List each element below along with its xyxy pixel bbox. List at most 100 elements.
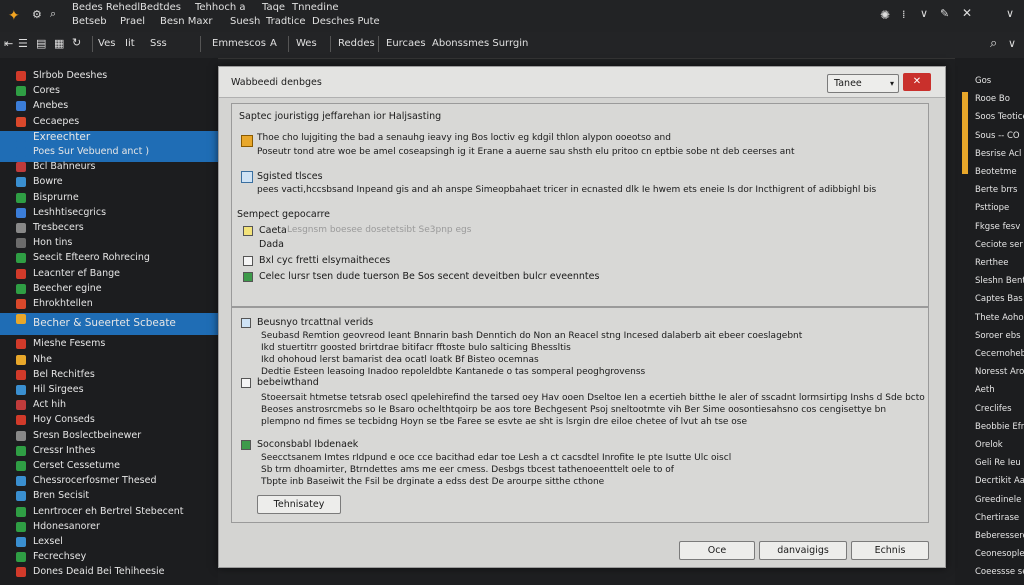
right-list-item[interactable]: Captes Bas <box>975 294 1023 304</box>
toolbar-item[interactable]: Sss <box>150 38 167 49</box>
menu-item[interactable]: Tehhoch a <box>195 2 246 13</box>
menu-item[interactable]: Besn Maxr <box>160 16 213 27</box>
right-list-item[interactable]: Sleshn Bente <box>975 276 1024 286</box>
menu-item[interactable]: Bedes Rehedl <box>72 2 140 13</box>
right-list-item[interactable]: Chertirase <box>975 513 1019 523</box>
right-list-item[interactable]: Rerthee <box>975 258 1008 268</box>
toolbar-item[interactable]: Reddes <box>338 38 375 49</box>
sidebar-item[interactable]: Leacnter ef Bange <box>0 268 218 282</box>
right-list-item[interactable]: Psttiope <box>975 203 1009 213</box>
chevron-down-icon[interactable]: ∨ <box>1006 7 1014 20</box>
menu-item[interactable]: Desches Pute <box>312 16 380 27</box>
right-list-item[interactable]: Creclifes <box>975 404 1012 414</box>
chevron-down-icon[interactable]: ∨ <box>920 7 928 20</box>
menu-item[interactable]: Betseb <box>72 16 107 27</box>
table-icon[interactable]: ▦ <box>54 37 64 50</box>
right-list-item[interactable]: Fkgse fesv <box>975 222 1020 232</box>
ok-button[interactable]: Oce <box>679 541 755 560</box>
right-list-item[interactable]: Geli Re Ieu <box>975 458 1021 468</box>
close-button[interactable]: ✕ <box>903 73 931 91</box>
right-list-item[interactable]: Gos <box>975 76 991 86</box>
option-checkbox[interactable] <box>243 226 253 236</box>
toolbar-item[interactable]: A <box>270 38 277 49</box>
right-list-item[interactable]: Coeessse serce <box>975 567 1024 577</box>
right-list-item[interactable]: Berte brrs <box>975 185 1017 195</box>
sidebar-item[interactable]: Ehrokhtellen <box>0 298 218 312</box>
sidebar-item[interactable]: Hil Sirgees <box>0 384 218 398</box>
sidebar-item[interactable]: Cecaepes <box>0 116 218 130</box>
option-checkbox[interactable] <box>243 272 253 282</box>
right-list-item[interactable]: Beobbie Efres <box>975 422 1024 432</box>
sidebar-item[interactable]: Dones Deaid Bei Tehiheesie <box>0 566 218 580</box>
right-list-item[interactable]: Thete Aoho <box>975 313 1024 323</box>
sidebar-item[interactable]: Poes Sur Vebuend anct ) <box>0 146 218 162</box>
toolbar-item[interactable]: Wes <box>296 38 317 49</box>
right-list-item[interactable]: Sous -- CO <box>975 131 1020 141</box>
group-checkbox[interactable] <box>241 318 251 328</box>
sidebar-item[interactable]: Fecrechsey <box>0 551 218 565</box>
right-list-item[interactable]: Decrtikit Aaleu <box>975 476 1024 486</box>
sidebar-item[interactable]: Sresn Boslectbeinewer <box>0 430 218 444</box>
sidebar-item[interactable]: Hon tins <box>0 237 218 251</box>
right-list-item[interactable]: Ceciote ser <box>975 240 1023 250</box>
search-icon[interactable]: ⌕ <box>990 36 997 51</box>
sidebar-item[interactable]: Cressr Inthes <box>0 445 218 459</box>
group-checkbox[interactable] <box>241 378 251 388</box>
chevron-down-icon[interactable]: ∨ <box>1008 37 1016 50</box>
option-checkbox[interactable] <box>243 256 253 266</box>
right-list-item[interactable]: Aeth <box>975 385 995 395</box>
sidebar-item[interactable]: Slrbob Deeshes <box>0 70 218 84</box>
right-list-item[interactable]: Soroer ebs <box>975 331 1021 341</box>
sidebar-item[interactable]: Mieshe Fesems <box>0 338 218 352</box>
grid-icon[interactable]: ▤ <box>36 37 46 50</box>
right-list-item[interactable]: Cecernoheb <box>975 349 1024 359</box>
sidebar-item[interactable]: Becher & Sueertet Scbeate <box>0 313 218 336</box>
sidebar-item[interactable]: Lexsel <box>0 536 218 550</box>
toolbar-item[interactable]: Eurcaes <box>386 38 426 49</box>
search-icon[interactable]: ⌕ <box>50 7 56 21</box>
right-list-item[interactable]: Besrise Acl <box>975 149 1021 159</box>
right-list-item[interactable]: Beotetme <box>975 167 1017 177</box>
sidebar-item[interactable]: Nhe <box>0 354 218 368</box>
sidebar-item[interactable]: Leshhtisecgrics <box>0 207 218 221</box>
menu-item[interactable]: Prael <box>120 16 145 27</box>
toolbar-item[interactable]: Ves <box>98 38 115 49</box>
brightness-icon[interactable]: ✺ <box>880 8 890 22</box>
refresh-icon[interactable]: ↻ <box>72 36 81 49</box>
sidebar-item[interactable]: Bowre <box>0 176 218 190</box>
menu-item[interactable]: Bedtdes <box>140 2 181 13</box>
tools-icon[interactable]: ✎ <box>940 7 949 20</box>
menu-item[interactable]: Tnnedine <box>292 2 339 13</box>
inner-action-button[interactable]: Tehnisatey <box>257 495 341 514</box>
toolbar-item[interactable]: Abonssmes Surrgin <box>432 38 528 49</box>
sidebar-item[interactable]: Chessrocerfosmer Thesed <box>0 475 218 489</box>
group-checkbox[interactable] <box>241 440 251 450</box>
sidebar-item[interactable]: Bisprurne <box>0 192 218 206</box>
sidebar-item[interactable]: Bel Rechitfes <box>0 369 218 383</box>
sidebar-item[interactable]: Exreechter <box>0 130 218 147</box>
close-icon[interactable]: ✕ <box>962 6 972 20</box>
menu-item[interactable]: Suesh <box>230 16 260 27</box>
sidebar-item[interactable]: Beecher egine <box>0 283 218 297</box>
sidebar-item[interactable]: Cerset Cessetume <box>0 460 218 474</box>
back-icon[interactable]: ⇤ <box>4 37 13 50</box>
advanced-button[interactable]: danvaigigs <box>759 541 847 560</box>
sidebar-item[interactable]: Bren Secisit <box>0 490 218 504</box>
menu-item[interactable]: Taqe <box>262 2 285 13</box>
right-list-item[interactable]: Greedinele <box>975 495 1021 505</box>
toolbar-item[interactable]: Emmescos <box>212 38 266 49</box>
sidebar-item[interactable]: Anebes <box>0 100 218 114</box>
dialog-dropdown[interactable]: Tanee ▾ <box>827 74 899 93</box>
sidebar-item[interactable]: Seecit Efteero Rohrecing <box>0 252 218 266</box>
menu-item[interactable]: Tradtice <box>266 16 306 27</box>
toolbar-item[interactable]: Iit <box>125 38 135 49</box>
menu-icon[interactable]: ☰ <box>18 37 28 50</box>
right-list-item[interactable]: Beberesserce <box>975 531 1024 541</box>
sidebar-item[interactable]: Act hih <box>0 399 218 413</box>
sidebar-item[interactable]: Hdonesanorer <box>0 521 218 535</box>
sidebar-item[interactable]: Cores <box>0 85 218 99</box>
settings-icon[interactable]: ⚙ <box>32 8 42 21</box>
right-list-item[interactable]: Orelok <box>975 440 1003 450</box>
sidebar-item[interactable]: Bcl Bahneurs <box>0 161 218 175</box>
right-list-item[interactable]: Ceonesoplee <box>975 549 1024 559</box>
